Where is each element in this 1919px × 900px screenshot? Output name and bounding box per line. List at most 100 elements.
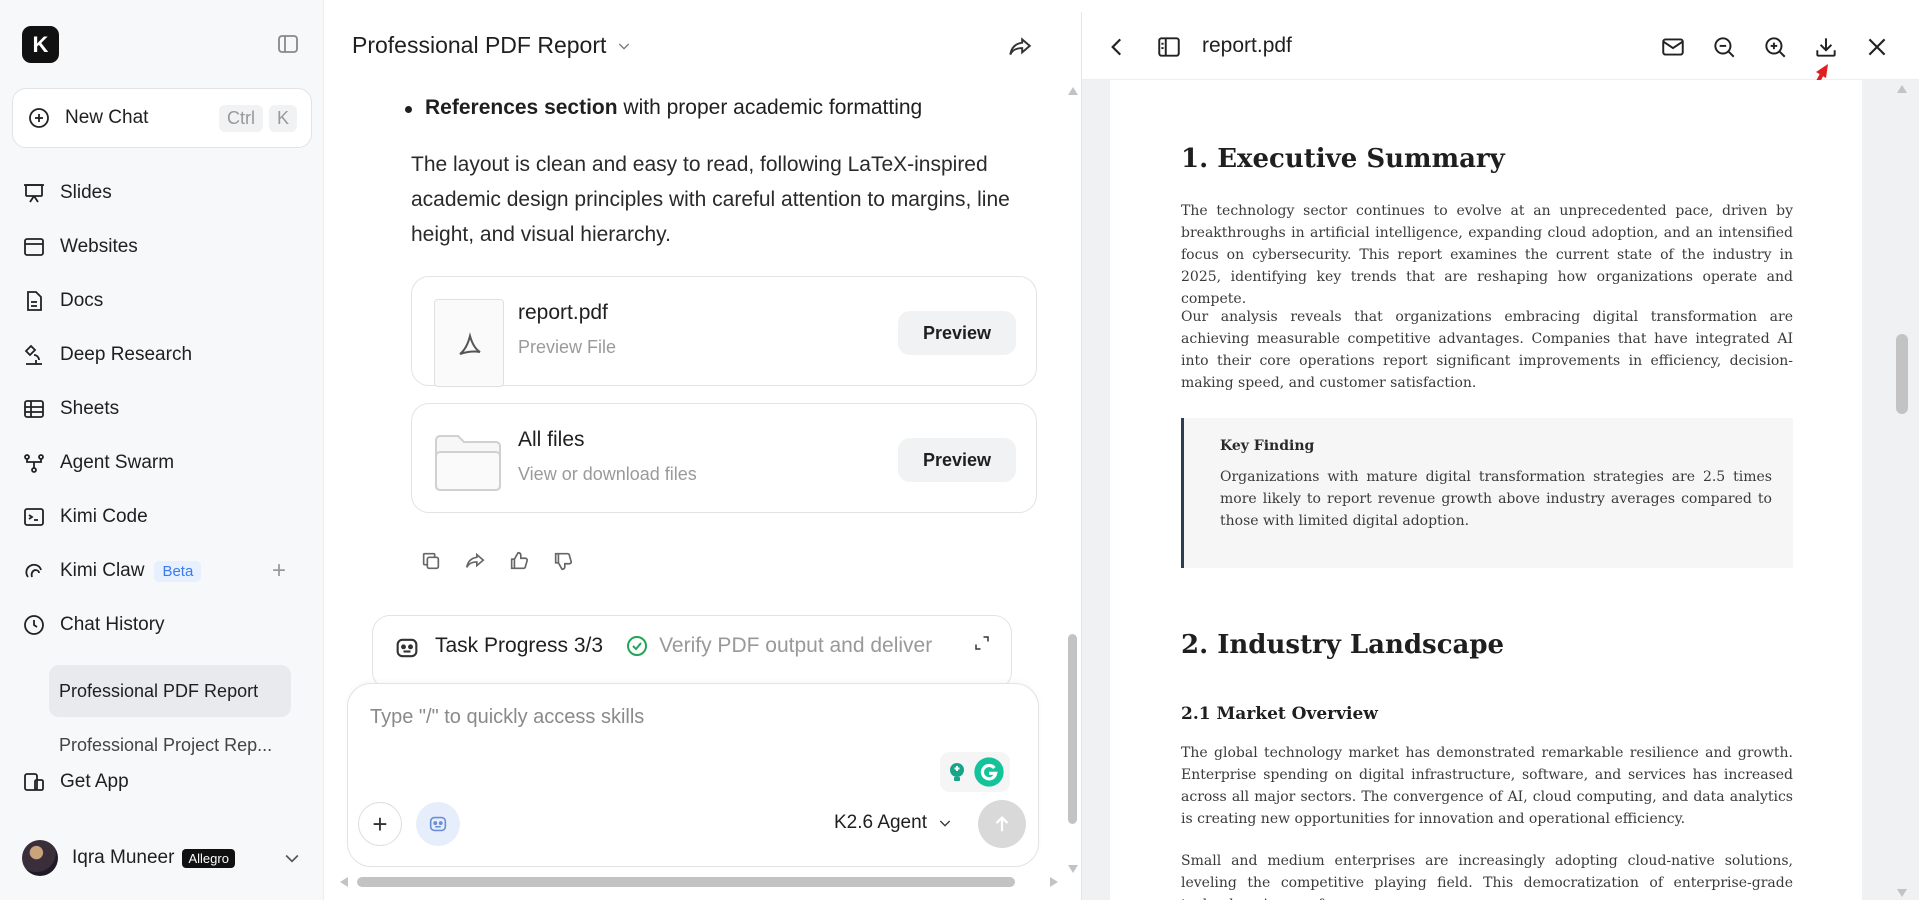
claw-icon [25,563,42,578]
model-selector[interactable]: K2.6 Agent [834,812,953,834]
viewer-scrollbar[interactable] [1892,80,1912,900]
scrollbar-thumb[interactable] [357,877,1015,887]
scrollbar-thumb[interactable] [1896,334,1908,414]
get-app-link[interactable]: Get App [22,770,129,794]
pdf-viewer: report.pdf 1. Executive Summary The tech… [1081,12,1919,900]
user-name: Iqra Muneer [72,847,175,868]
download-icon[interactable] [1813,34,1839,60]
chevron-down-icon [619,43,630,50]
table-icon [24,400,44,418]
mail-icon[interactable] [1660,34,1686,60]
scrollbar-thumb[interactable] [1068,634,1077,824]
shortcut-ctrl: Ctrl [218,104,263,132]
pdf-file-icon [434,299,504,387]
sidebar-item-sheets[interactable]: Sheets [12,382,312,436]
sidebar-item-deep-research[interactable]: Deep Research [12,328,312,382]
task-progress-label: Task Progress 3/3 [435,634,604,657]
close-icon[interactable] [1864,34,1890,60]
sidebar-item-slides[interactable]: Slides [12,166,312,220]
history-item-active[interactable]: Professional PDF Report [49,665,291,717]
file-subtitle: View or download files [518,464,697,484]
task-progress-bar[interactable]: Task Progress 3/3 Verify PDF output and … [372,615,1012,690]
grammarly-widget[interactable] [940,752,1010,792]
pdf-paragraph: The global technology market has demonst… [1181,745,1793,827]
sidebar-item-agent-swarm[interactable]: Agent Swarm [12,436,312,490]
task-status: Verify PDF output and deliver [659,634,933,657]
chat-title[interactable]: Professional PDF Report [352,32,632,59]
viewer-filename: report.pdf [1202,34,1292,57]
thumbs-down-icon[interactable] [552,550,574,577]
skills-button[interactable] [416,802,460,846]
pdf-paragraph: The technology sector continues to evolv… [1181,203,1793,307]
sidebar-item-docs[interactable]: Docs [12,274,312,328]
composer-input[interactable]: Type "/" to quickly access skills [370,706,644,729]
phone-icon [24,773,44,791]
message-actions [420,550,574,577]
thumbs-up-icon[interactable] [508,550,530,577]
sidebar-nav: Slides Websites Docs Deep Research Sheet… [12,166,312,652]
section-heading: 2. Industry Landscape [1181,630,1505,660]
pdf-page: 1. Executive Summary The technology sect… [1110,80,1862,900]
send-button[interactable] [978,800,1026,848]
plus-circle-icon [29,108,49,128]
expand-icon[interactable] [973,634,991,652]
message-composer: Type "/" to quickly access skills + K2.6… [347,683,1039,867]
sidebar: K New Chat Ctrl K Slides Websites Docs D… [0,0,324,900]
user-menu[interactable]: Iqra Muneer Allegro [22,840,302,876]
key-finding-title: Key Finding [1220,438,1315,454]
sidebar-item-kimi-claw[interactable]: Kimi Claw Beta + [12,544,312,598]
sidebar-item-chat-history[interactable]: Chat History [12,598,312,652]
file-name: All files [518,428,585,451]
sidebar-panel-icon[interactable] [1156,34,1182,60]
file-card-report[interactable]: report.pdf Preview File Preview [411,276,1037,387]
sidebar-toggle-icon[interactable] [276,32,300,56]
chevron-down-icon [285,854,299,863]
avatar [22,840,58,876]
swarm-icon [24,454,44,473]
zoom-in-icon[interactable] [1762,34,1788,60]
chat-panel: Professional PDF Report References secti… [325,12,1081,900]
pdf-paragraph: Small and medium enterprises are increas… [1181,853,1793,900]
attach-button[interactable]: + [358,802,402,846]
zoom-out-icon[interactable] [1711,34,1737,60]
copy-icon[interactable] [420,550,442,577]
grammarly-icon [974,757,1004,787]
bullet-dot [405,106,412,113]
viewer-toolbar: report.pdf [1082,12,1919,106]
folder-icon [434,432,502,492]
add-claw-icon[interactable]: + [272,557,286,585]
document-icon [27,291,42,311]
browser-icon [24,238,44,256]
check-circle-icon [627,636,648,656]
clock-icon [24,615,44,635]
response-paragraph: The layout is clean and easy to read, fo… [411,153,1010,246]
beta-badge: Beta [154,560,202,582]
sidebar-item-websites[interactable]: Websites [12,220,312,274]
key-finding-box: Key Finding Organizations with mature di… [1181,418,1793,568]
shortcut-k: K [268,104,297,132]
history-item[interactable]: Professional Project Rep... [49,719,291,771]
robot-icon [396,638,418,658]
file-subtitle: Preview File [518,337,617,357]
share-icon[interactable] [1007,34,1033,65]
chat-horizontal-scrollbar[interactable] [340,874,1058,888]
plan-badge: Allegro [182,848,235,868]
back-icon[interactable] [1104,34,1130,60]
new-chat-button[interactable]: New Chat Ctrl K [12,88,312,148]
arrow-up-icon [995,816,1009,832]
new-chat-label: New Chat [65,107,149,128]
share-icon[interactable] [464,550,486,577]
kimi-logo[interactable]: K [22,26,59,63]
subsection-heading: 2.1 Market Overview [1181,704,1378,724]
chevron-down-icon [939,820,951,827]
microscope-icon [24,344,42,365]
file-card-all-files[interactable]: All files View or download files Preview [411,403,1037,513]
sidebar-item-kimi-code[interactable]: Kimi Code [12,490,312,544]
terminal-icon [24,508,44,526]
preview-button[interactable]: Preview [898,438,1016,482]
section-heading: 1. Executive Summary [1181,144,1505,174]
bullet-text: References section with proper academic … [425,96,923,119]
preview-button[interactable]: Preview [898,311,1016,355]
chat-vertical-scrollbar[interactable] [1065,86,1079,876]
key-finding-body: Organizations with mature digital transf… [1220,469,1772,529]
